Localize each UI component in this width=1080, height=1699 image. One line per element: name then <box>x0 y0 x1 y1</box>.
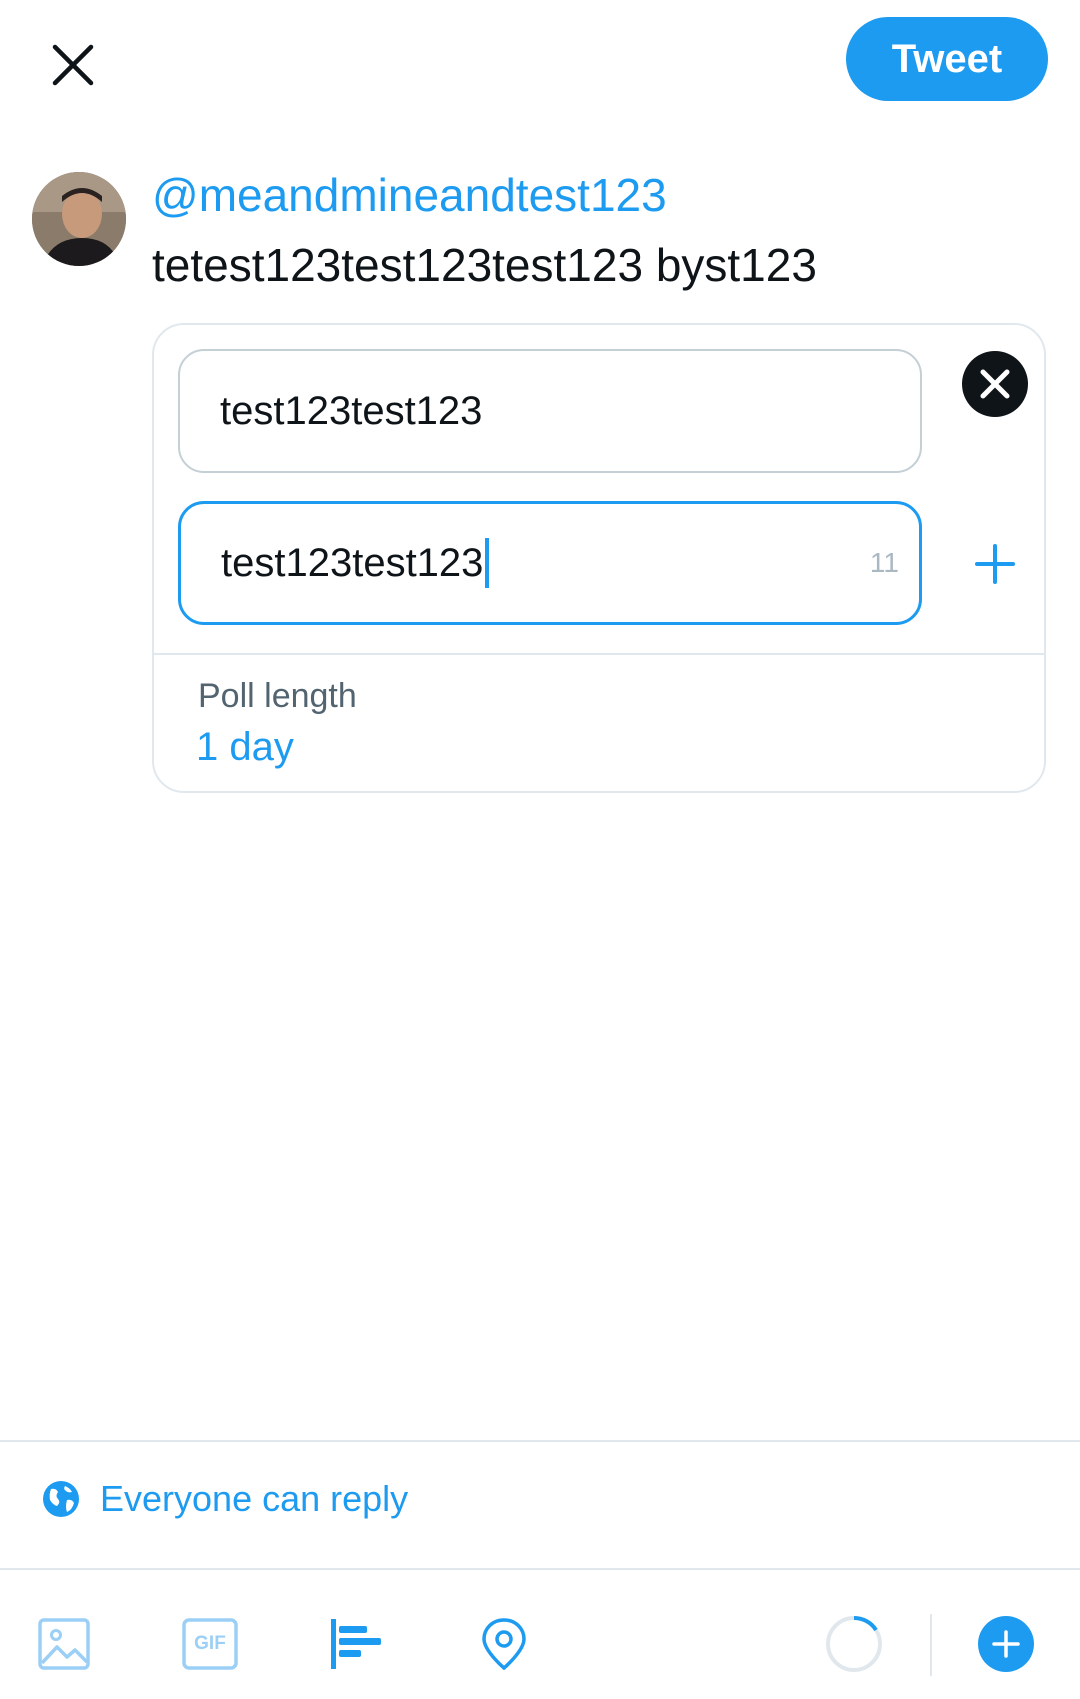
poll-choice-2-value: test123test123 <box>221 540 484 585</box>
divider <box>0 1440 1080 1442</box>
poll-length-value[interactable]: 1 day <box>196 725 294 770</box>
reply-setting-button[interactable]: Everyone can reply <box>42 1478 408 1520</box>
globe-icon <box>43 1481 79 1517</box>
add-choice-button[interactable] <box>962 531 1028 597</box>
reply-setting-label: Everyone can reply <box>100 1478 409 1519</box>
close-icon <box>52 44 94 86</box>
reply-mention[interactable]: @meandmineandtest123 <box>152 166 667 224</box>
gif-label: GIF <box>194 1633 226 1654</box>
poll-icon <box>331 1619 381 1669</box>
add-gif-button[interactable]: GIF <box>180 1614 240 1674</box>
character-progress <box>824 1614 884 1674</box>
remove-poll-button[interactable] <box>962 351 1028 417</box>
add-thread-button[interactable] <box>976 1614 1036 1674</box>
character-progress-icon <box>826 1615 882 1672</box>
close-button[interactable] <box>40 32 106 98</box>
avatar <box>32 172 126 266</box>
text-caret <box>485 538 490 588</box>
add-thread-icon <box>978 1616 1034 1672</box>
poll-choice-1-input[interactable]: test123test123 <box>178 349 922 473</box>
divider <box>154 653 1044 655</box>
tweet-button[interactable]: Tweet <box>846 17 1048 101</box>
divider <box>930 1614 932 1676</box>
plus-icon <box>975 544 1015 584</box>
poll-choice-2-input[interactable]: test123test123 11 <box>178 501 922 625</box>
add-image-button[interactable] <box>34 1614 94 1674</box>
poll-choice-1-value: test123test123 <box>220 388 483 433</box>
close-icon <box>980 369 1010 399</box>
tweet-text[interactable]: tetest123test123test123 byst123 <box>152 236 817 294</box>
image-icon <box>38 1618 90 1670</box>
location-icon <box>482 1618 526 1671</box>
add-location-button[interactable] <box>474 1614 534 1674</box>
divider <box>0 1568 1080 1570</box>
add-poll-button[interactable] <box>326 1614 386 1674</box>
poll-card: test123test123 test123test123 11 Poll le… <box>152 323 1046 793</box>
char-count: 11 <box>869 547 899 578</box>
poll-length-label: Poll length <box>198 677 357 715</box>
